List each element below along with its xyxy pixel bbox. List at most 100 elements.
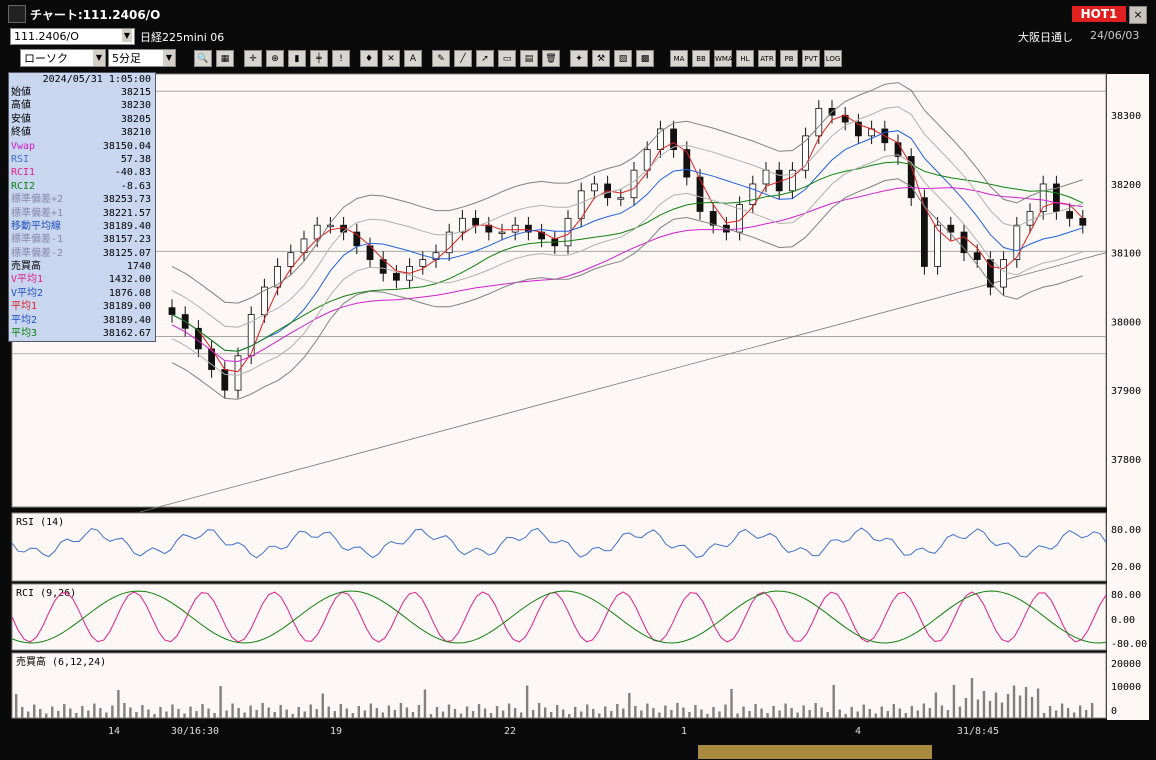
bar-icon[interactable]: ▮ [288,50,306,67]
wrench-icon[interactable]: ⚒ [592,50,610,67]
hot-button[interactable]: HOT1 [1072,6,1126,22]
volume-bar [1012,685,1016,718]
panel-label: 売買高 [11,261,41,273]
panel-row: 標準偏差-1 38157.23 [9,233,155,246]
grid-icon[interactable]: ▦ [216,50,234,67]
panel-label: RCI1 [11,167,36,179]
price-tick-label: 38200 [1111,180,1141,191]
volume-bar [928,708,932,718]
scrollbar-thumb[interactable] [698,745,932,759]
subpanel-tick-label: 10000 [1111,682,1141,693]
note-icon[interactable]: ▤ [520,50,538,67]
panel-row: 高値 38230 [9,99,155,112]
panel-row: Vwap 38150.04 [9,140,155,153]
close-icon[interactable]: ✕ [382,50,400,67]
split-icon[interactable]: ╪ [310,50,328,67]
volume-bar [321,693,324,718]
interval-select[interactable]: 5分足 ▼ [108,49,176,67]
close-window-button[interactable]: × [1129,6,1147,24]
indicator-pvt-button[interactable]: PVT [802,50,820,67]
volume-bar [646,703,649,718]
indicator-pb-button[interactable]: PB [780,50,798,67]
volume-bar [27,711,30,718]
volume-bar [351,713,355,718]
volume-bar [369,703,373,718]
volume-bar [940,705,944,718]
volume-bar [21,707,24,718]
shape-icon[interactable]: ▭ [498,50,516,67]
panel-label: 平均1 [11,301,38,313]
volume-bar [886,711,889,718]
volume-bar [664,705,667,718]
volume-bar [477,704,481,718]
volume-bar [1006,694,1010,718]
panel-label: RSI [11,153,30,165]
chart-type-select[interactable]: ローソク ▼ [20,49,106,67]
color-icon[interactable]: ▨ [614,50,632,67]
volume-bar [393,710,397,718]
candle-body [709,211,717,226]
panel-value: 38157.23 [102,234,151,246]
indicator-wma-button[interactable]: WMA [714,50,733,67]
volume-bar [1072,712,1076,718]
all-icon[interactable]: A [404,50,422,67]
indicator-hl-button[interactable]: HL [736,50,754,67]
chart-area[interactable]: 38300 38200 38100 38000 37900 37800 14 30/16:30… [0,72,1156,760]
candle-body [313,224,321,240]
volume-bar [489,713,493,718]
volume-bar [465,706,469,718]
volume-bar [598,713,601,718]
trash-icon[interactable]: 🗑 [542,50,560,67]
volume-bar [255,710,258,718]
zoom-icon[interactable]: 🔍 [194,50,212,67]
hint-icon[interactable]: ! [332,50,350,67]
volume-bar [555,705,559,718]
volume-bar [231,703,234,718]
volume-bar [994,692,998,718]
indicator-log-button[interactable]: LOG [824,50,842,67]
volume-bar [261,703,264,718]
chevron-down-icon: ▼ [93,50,105,66]
arrow-icon[interactable]: ➚ [476,50,494,67]
instrument-code-input[interactable]: 111.2406/O [10,28,135,45]
volume-bar [423,689,427,718]
instrument-bar: 111.2406/O ▼ 日経225mini 06 大阪日通し 24/06/03 [0,26,1156,46]
panel-label: Vwap [11,140,36,152]
indicator-ma-button[interactable]: MA [670,50,688,67]
volume-bar [910,706,914,718]
pen-icon[interactable]: ✎ [432,50,450,67]
price-tick-label: 38300 [1111,111,1141,122]
candle-body [591,183,598,192]
volume-bar [513,708,517,718]
volume-bar [201,704,204,718]
chevron-down-icon[interactable]: ▼ [122,29,132,42]
fill-icon[interactable]: ▩ [636,50,654,67]
price-chart[interactable]: 38300382003810038000379003780014 30/16:30… [0,72,1156,760]
panel-value: -8.63 [120,180,151,192]
gear-icon[interactable]: ✦ [570,50,588,67]
indicator-atr-button[interactable]: ATR [758,50,776,67]
volume-bar [1054,710,1058,718]
volume-bar [958,706,962,718]
panel-label: RCI2 [11,180,36,192]
price-tick-label: 37800 [1111,455,1141,466]
volume-bar [820,707,823,718]
volume-bar [249,705,252,718]
indicator-bb-button[interactable]: BB [692,50,710,67]
magnifier-icon[interactable]: ⊕ [266,50,284,67]
volume-bar [808,710,811,718]
panel-row: V平均2 1876.08 [9,287,155,300]
app-logo-icon [8,5,26,23]
volume-bar [279,705,282,718]
volume-bar [243,712,246,718]
volume-bar [1030,697,1034,718]
cursor-icon[interactable]: ✛ [244,50,262,67]
volume-bar [724,704,727,718]
toolbar: ローソク ▼ 5分足 ▼ 🔍 ▦ ✛ ⊕ ▮ ╪! ♦ ✕ A ✎ ╱ ➚ ▭ ▤ 🗑 ✦ ⚒ ▨ ▩ MA BB WMA HL… [0,46,1156,72]
title-bar: チャート:111.2406/O HOT1 × [0,0,1156,26]
volume-bar [333,711,336,718]
candle-body [1066,211,1073,219]
line-icon[interactable]: ╱ [454,50,472,67]
panel-row: 標準偏差+2 38253.73 [9,193,155,206]
candle-icon[interactable]: ♦ [360,50,378,67]
